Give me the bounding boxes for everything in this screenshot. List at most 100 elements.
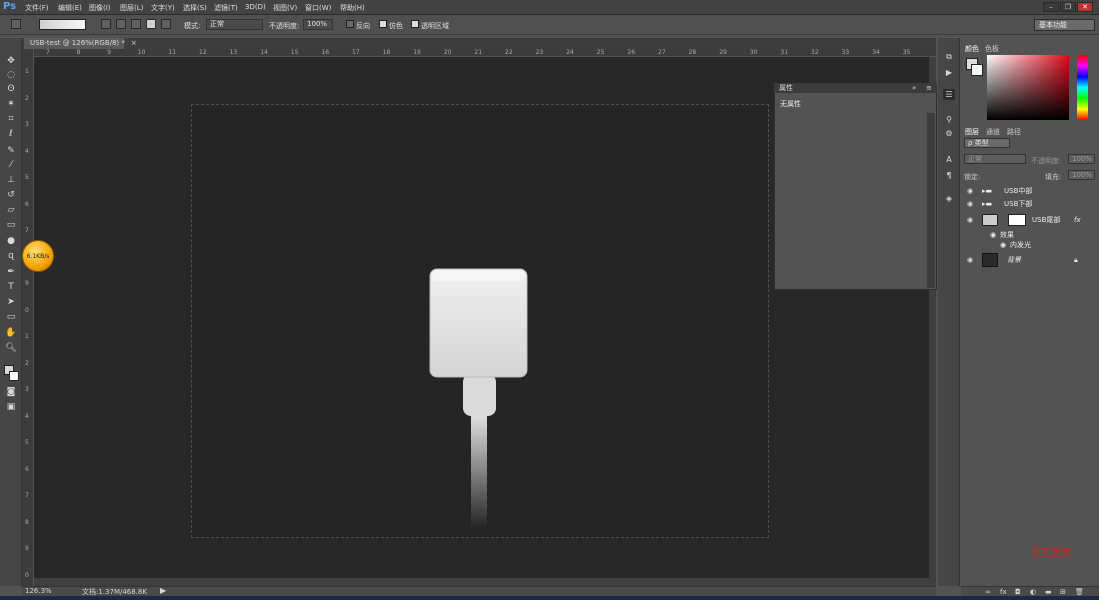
adjustments-panel-icon[interactable]: ⚲ (943, 114, 955, 125)
menu-3d[interactable]: 3D(D) (245, 3, 266, 11)
transparency-checkbox[interactable] (411, 20, 419, 28)
opacity-field[interactable]: 100% (303, 19, 333, 30)
effect-row[interactable]: ◉ 内发光 (962, 239, 1092, 252)
lasso-tool-icon[interactable]: ʘ (4, 83, 18, 95)
history-brush-icon[interactable]: ↺ (4, 189, 18, 201)
panel-menu-icon[interactable]: ≡ (926, 84, 932, 92)
link-layers-icon[interactable]: ∞ (985, 588, 991, 596)
zoom-level[interactable]: 126.3% (25, 587, 52, 595)
workspace-select[interactable]: 基本功能 (1034, 19, 1095, 31)
hue-slider[interactable] (1077, 55, 1088, 120)
layer-mask-thumbnail (1008, 214, 1026, 226)
add-style-icon[interactable]: fx (1000, 588, 1007, 596)
brush-presets-icon[interactable]: ◈ (943, 193, 955, 204)
tab-layers[interactable]: 图层 (965, 127, 979, 137)
brush-tool-icon[interactable]: ⁄ (4, 159, 18, 171)
tab-channels[interactable]: 通道 (986, 127, 1000, 137)
tab-swatches[interactable]: 色板 (985, 44, 999, 54)
ruler-tick-label: 35 (902, 49, 911, 56)
add-mask-icon[interactable]: ◘ (1015, 588, 1021, 596)
minimize-button[interactable]: – (1043, 2, 1059, 12)
menu-select[interactable]: 选择(S) (183, 3, 207, 13)
fx-icon[interactable]: fx (1074, 212, 1081, 228)
text-tool-icon[interactable]: T (4, 281, 18, 293)
move-tool-icon[interactable]: ✥ (4, 55, 18, 67)
actions-panel-icon[interactable]: ▶ (943, 67, 955, 78)
blur-tool-icon[interactable]: ● (4, 235, 18, 247)
gradient-tool-icon-side[interactable]: ▭ (4, 219, 18, 231)
visibility-eye-icon[interactable]: ◉ (967, 185, 973, 198)
radial-gradient-icon[interactable] (116, 19, 126, 29)
blend-mode-select[interactable]: 正常 (964, 154, 1026, 164)
visibility-eye-icon[interactable]: ◉ (967, 212, 973, 228)
horizontal-scrollbar[interactable] (34, 578, 929, 586)
gradient-picker[interactable] (39, 19, 86, 30)
network-speed-widget[interactable]: 6.1KB/s (22, 240, 54, 272)
reverse-checkbox[interactable] (346, 20, 354, 28)
linear-gradient-icon[interactable] (101, 19, 111, 29)
document-tab[interactable]: USB-test @ 126%(RGB/8) * × (24, 38, 137, 49)
quick-mask-icon[interactable]: ◙ (4, 386, 18, 398)
angle-gradient-icon[interactable] (131, 19, 141, 29)
path-select-icon[interactable]: ➤ (4, 296, 18, 308)
status-arrow-icon[interactable]: ▶ (160, 586, 166, 595)
dodge-tool-icon[interactable]: ɋ (4, 250, 18, 262)
vruler-tick-label: 2 (25, 359, 29, 367)
menu-filter[interactable]: 滤镜(T) (214, 3, 238, 13)
tab-paths[interactable]: 路径 (1007, 127, 1021, 137)
hand-tool-icon[interactable]: ✋ (4, 327, 18, 339)
mode-select[interactable]: 正常 (206, 19, 263, 30)
character-panel-icon[interactable]: A (943, 154, 955, 165)
restore-button[interactable]: ❐ (1060, 2, 1076, 12)
close-button[interactable]: ✕ (1077, 2, 1093, 12)
new-layer-icon[interactable]: ⊞ (1060, 588, 1066, 596)
adjustment-layer-icon[interactable]: ◐ (1030, 588, 1036, 596)
eraser-tool-icon[interactable]: ▱ (4, 204, 18, 216)
crop-tool-icon[interactable]: ⌗ (4, 113, 18, 125)
menu-type[interactable]: 文字(Y) (151, 3, 175, 13)
history-panel-icon[interactable]: ⧉ (943, 51, 955, 62)
shape-tool-icon[interactable]: ▭ (4, 311, 18, 323)
dither-checkbox[interactable] (379, 20, 387, 28)
diamond-gradient-icon[interactable] (161, 19, 171, 29)
effect-eye-icon[interactable]: ◉ (1000, 239, 1006, 252)
layer-row[interactable]: ◉ USB尾部 fx (962, 212, 1092, 228)
properties-scrollbar[interactable] (927, 113, 935, 288)
menu-image[interactable]: 图像(I) (89, 3, 111, 13)
menu-view[interactable]: 视图(V) (273, 3, 297, 13)
menu-layer[interactable]: 图层(L) (120, 3, 143, 13)
tab-color[interactable]: 颜色 (965, 44, 979, 54)
marquee-tool-icon[interactable]: ◌ (4, 69, 18, 81)
magic-wand-icon[interactable]: ✶ (4, 98, 18, 110)
new-group-icon[interactable]: ▬ (1045, 588, 1052, 596)
stamp-tool-icon[interactable]: ⊥ (4, 174, 18, 186)
menu-help[interactable]: 帮助(H) (340, 3, 365, 13)
menu-edit[interactable]: 编辑(E) (58, 3, 82, 13)
visibility-eye-icon[interactable]: ◉ (967, 252, 973, 268)
layer-opacity-field[interactable]: 100% (1068, 154, 1095, 164)
collapse-panel-icon[interactable]: » (912, 84, 916, 92)
visibility-eye-icon[interactable]: ◉ (967, 198, 973, 211)
layer-row[interactable]: ◉ 背景 🔒︎ (962, 252, 1092, 268)
gradient-tool-icon[interactable] (11, 19, 21, 29)
properties-panel-icon[interactable]: ☰ (943, 89, 955, 100)
menu-file[interactable]: 文件(F) (25, 3, 49, 13)
delete-layer-icon[interactable]: 🗑︎ (1075, 588, 1084, 596)
eyedropper-icon[interactable]: ℓ (4, 128, 18, 140)
reflected-gradient-icon[interactable] (146, 19, 156, 29)
fill-field[interactable]: 100% (1068, 170, 1095, 180)
paragraph-panel-icon[interactable]: ¶ (943, 170, 955, 181)
color-field[interactable] (987, 55, 1069, 120)
background-color-swatch[interactable] (9, 371, 19, 381)
menu-window[interactable]: 窗口(W) (305, 3, 331, 13)
close-tab-icon[interactable]: × (131, 39, 137, 47)
healing-brush-icon[interactable]: ✎ (4, 145, 18, 157)
layer-row[interactable]: ◉ ▸▬ USB中部 (962, 185, 1092, 198)
pen-tool-icon[interactable]: ✒ (4, 266, 18, 278)
screen-mode-icon[interactable]: ▣ (4, 401, 18, 413)
zoom-tool-icon[interactable]: 🔍︎ (4, 342, 18, 354)
layer-filter-select[interactable]: ρ 类型 (964, 138, 1010, 148)
styles-panel-icon[interactable]: ⚙ (943, 128, 955, 139)
layer-row[interactable]: ◉ ▸▬ USB下部 (962, 198, 1092, 211)
color-panel-background[interactable] (971, 64, 983, 76)
